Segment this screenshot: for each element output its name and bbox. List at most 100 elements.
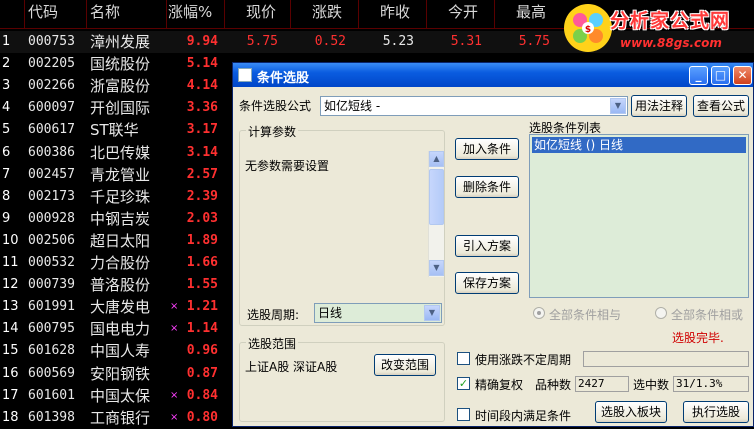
cell-idx: 7 (2, 166, 11, 182)
cell-code: 000753 (28, 34, 75, 49)
cell-code: 600386 (28, 144, 75, 160)
dialog-titlebar[interactable]: 条件选股 _ □ ✕ (233, 63, 753, 87)
cell-name: 国电电力 (90, 320, 151, 339)
all-or-radio[interactable] (655, 307, 667, 319)
cell-idx: 16 (2, 365, 19, 381)
logo-url: www.88gs.com (620, 36, 722, 50)
cell-idx: 17 (2, 387, 19, 403)
column-header[interactable]: 代码 (28, 0, 58, 28)
change-scope-button[interactable]: 改变范围 (374, 354, 436, 376)
chevron-down-icon: ▼ (610, 98, 626, 114)
stock-count-field: 2427 (575, 376, 629, 392)
conditions-list[interactable]: 如亿短线 () 日线 (529, 134, 749, 298)
cell-chg: 1.55 (186, 277, 218, 293)
cell-idx: 8 (2, 188, 11, 204)
params-group-title: 计算参数 (246, 123, 299, 140)
cell-name: 力合股份 (90, 254, 151, 272)
cell-idx: 1 (2, 34, 11, 49)
cell-name: 大唐发电 (90, 298, 151, 317)
cell-chg: 0.80 (186, 409, 218, 425)
column-header[interactable]: 名称 (90, 0, 120, 28)
cell-idx: 4 (2, 100, 11, 116)
time-range-checkbox[interactable] (457, 408, 470, 421)
minimize-button[interactable]: _ (689, 66, 708, 85)
cell-idx: 15 (2, 343, 19, 359)
column-divider (86, 0, 87, 28)
period-label: 选股周期: (247, 308, 300, 322)
scope-value: 上证A股 深证A股 (245, 360, 338, 374)
time-range-label: 时间段内满足条件 (475, 409, 572, 423)
cell-idx: 6 (2, 144, 11, 160)
usage-notes-button[interactable]: 用法注释 (631, 95, 687, 117)
params-group: 计算参数 无参数需要设置 ▲ ▼ 选股周期: 日线 ▼ (239, 123, 445, 326)
exact-reweight-checkbox[interactable]: ✓ (457, 377, 470, 390)
select-to-block-button[interactable]: 选股入板块 (595, 401, 667, 423)
cell-chg: 1.89 (186, 232, 218, 248)
cell-code: 601601 (28, 387, 75, 403)
column-header[interactable]: 涨跌 (312, 0, 342, 28)
cell-code: 000532 (28, 255, 75, 270)
cell-idx: 5 (2, 122, 11, 138)
cell-code: 601398 (28, 409, 75, 425)
column-header[interactable]: 昨收 (380, 0, 410, 28)
column-header[interactable]: 最高 (516, 0, 546, 28)
cell-idx: 12 (2, 277, 19, 293)
save-scheme-button[interactable]: 保存方案 (455, 272, 519, 294)
column-divider (166, 0, 167, 28)
scroll-up-icon[interactable]: ▲ (429, 151, 444, 167)
scroll-thumb[interactable] (429, 169, 444, 225)
params-scrollbar[interactable]: ▲ ▼ (428, 151, 444, 277)
params-text: 无参数需要设置 (245, 159, 330, 173)
maximize-icon: □ (714, 68, 727, 82)
cell-idx: 2 (2, 56, 11, 72)
cell-code: 002173 (28, 188, 75, 204)
use-uncertain-period-checkbox[interactable] (457, 352, 470, 365)
maximize-button[interactable]: □ (711, 66, 730, 85)
period-value: 日线 (318, 306, 343, 320)
cell-name: 工商银行 (90, 408, 151, 427)
cell-chg: 1.14 (186, 321, 218, 337)
cell-idx: 10 (2, 232, 19, 248)
cell-name: 中国太保 (90, 386, 151, 405)
use-uncertain-period-label: 使用涨跌不定周期 (475, 353, 572, 367)
delete-condition-button[interactable]: 删除条件 (455, 176, 519, 198)
execute-selection-button[interactable]: 执行选股 (683, 401, 749, 423)
site-logo: $ 分析家公式网 www.88gs.com (560, 0, 754, 56)
dialog-title: 条件选股 (257, 71, 310, 86)
all-and-radio[interactable] (533, 307, 545, 319)
condition-item[interactable]: 如亿短线 () 日线 (532, 137, 746, 153)
import-scheme-button[interactable]: 引入方案 (455, 235, 519, 257)
scope-group: 选股范围 上证A股 深证A股 改变范围 (239, 335, 445, 422)
cell-code: 600795 (28, 321, 75, 337)
close-icon: ✕ (737, 68, 748, 82)
cell-code: 002506 (28, 232, 75, 248)
add-condition-button[interactable]: 加入条件 (455, 138, 519, 160)
cell-name: ST联华 (90, 121, 139, 140)
cell-code: 601628 (28, 343, 75, 359)
cell-price: 5.75 (246, 34, 278, 49)
cell-code: 000928 (28, 210, 75, 226)
cell-chg: 2.57 (186, 166, 218, 182)
column-divider (358, 0, 359, 28)
cell-chg: 0.87 (186, 365, 218, 381)
cell-chg: 2.03 (186, 210, 218, 226)
logo-title: 分析家公式网 (610, 10, 731, 32)
cell-code: 600569 (28, 365, 75, 381)
column-header[interactable]: 现价 (246, 0, 276, 28)
condition-stock-selection-dialog: 条件选股 _ □ ✕ 条件选股公式 如亿短线 - ▼ 用法注释 查看公式 计算参… (232, 62, 754, 427)
formula-select[interactable]: 如亿短线 - ▼ (320, 96, 628, 116)
period-select[interactable]: 日线 ▼ (314, 303, 442, 323)
scroll-down-icon[interactable]: ▼ (429, 260, 444, 276)
cell-chg: 0.84 (186, 387, 218, 403)
column-header[interactable]: 今开 (448, 0, 478, 28)
cell-code: 002205 (28, 56, 75, 72)
cell-name: 中钢吉炭 (90, 209, 151, 228)
cell-chg: 5.14 (186, 56, 218, 72)
column-divider (224, 0, 225, 28)
cell-diff: 0.52 (314, 34, 346, 49)
cell-name: 超日太阳 (90, 231, 151, 250)
close-button[interactable]: ✕ (733, 66, 752, 85)
view-formula-button[interactable]: 查看公式 (693, 95, 749, 117)
column-header[interactable]: 涨幅% (168, 0, 212, 28)
cell-name: 浙富股份 (90, 77, 151, 96)
